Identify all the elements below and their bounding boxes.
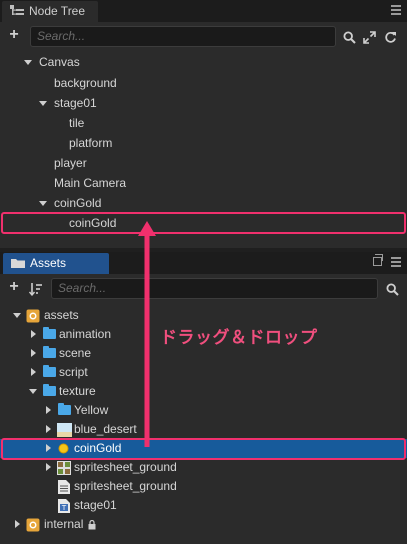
chevron-down-icon[interactable] <box>24 60 32 65</box>
chevron-down-icon[interactable] <box>29 389 37 394</box>
tree-item-label: coinGold <box>54 196 102 210</box>
drag-and-drop-callout: ドラッグ＆ドロップ <box>160 328 318 347</box>
tree-item-label: platform <box>69 136 113 150</box>
asset-item-texture[interactable]: texture <box>0 382 407 401</box>
node-tree-icon <box>10 5 24 15</box>
panel-menu-icon[interactable] <box>391 5 401 15</box>
create-asset-button[interactable]: + <box>7 279 21 295</box>
panel-menu-icon[interactable] <box>391 257 401 267</box>
sprite-atlas-icon <box>57 461 71 475</box>
lock-icon <box>88 520 96 530</box>
texture-thumbnail-icon <box>57 423 72 437</box>
tab-node-tree[interactable]: Node Tree <box>2 1 98 22</box>
asset-item-label: spritesheet_ground <box>74 479 177 493</box>
asset-item-label: animation <box>59 327 112 341</box>
chevron-right-icon[interactable] <box>46 425 51 433</box>
tab-assets[interactable]: Assets <box>3 253 109 274</box>
chevron-right-icon[interactable] <box>31 368 36 376</box>
asset-item-label: blue_desert <box>74 422 137 436</box>
document-icon <box>58 480 70 494</box>
drag-source-highlight <box>1 438 406 460</box>
node-search-input[interactable]: Search... <box>30 26 336 47</box>
add-node-button[interactable]: + <box>7 27 21 43</box>
assets-tabbar: Assets <box>0 252 407 274</box>
search-icon[interactable] <box>386 283 399 296</box>
asset-item-label: texture <box>59 384 96 398</box>
tree-item-label: tile <box>69 116 85 130</box>
chevron-right-icon[interactable] <box>31 330 36 338</box>
asset-item-label: script <box>59 365 88 379</box>
tilemap-file-icon: T <box>58 499 70 513</box>
node-tree-toolbar: + Search... <box>0 24 407 50</box>
chevron-down-icon[interactable] <box>39 201 47 206</box>
tree-item-coingold[interactable]: coinGold <box>0 194 407 213</box>
tree-item-label: Canvas <box>39 55 80 69</box>
tree-item-main-camera[interactable]: Main Camera <box>0 174 407 193</box>
svg-text:T: T <box>61 504 67 512</box>
tab-assets-label: Assets <box>30 256 67 270</box>
folder-icon <box>11 259 25 268</box>
asset-item-spritesheet-ground-file[interactable]: spritesheet_ground <box>0 477 407 496</box>
asset-item-label: assets <box>44 308 79 322</box>
folder-icon <box>43 346 56 358</box>
tree-item-canvas[interactable]: Canvas <box>0 53 407 72</box>
tree-item-background[interactable]: background <box>0 74 407 93</box>
node-tree-tabbar: Node Tree <box>0 0 407 22</box>
chevron-right-icon[interactable] <box>46 406 51 414</box>
drop-target-highlight <box>1 212 406 234</box>
chevron-right-icon[interactable] <box>15 520 20 528</box>
restore-window-icon[interactable] <box>373 254 383 266</box>
asset-item-stage01[interactable]: T stage01 <box>0 496 407 515</box>
database-icon <box>26 309 40 323</box>
tree-item-label: stage01 <box>54 96 97 110</box>
asset-item-script[interactable]: script <box>0 363 407 382</box>
chevron-down-icon[interactable] <box>39 101 47 106</box>
asset-item-label: spritesheet_ground <box>74 460 177 474</box>
chevron-down-icon[interactable] <box>13 313 21 318</box>
asset-item-label: internal <box>44 517 84 531</box>
tree-item-player[interactable]: player <box>0 154 407 173</box>
folder-icon <box>43 327 56 339</box>
database-icon <box>26 518 40 532</box>
folder-icon <box>43 365 56 377</box>
assets-search-input[interactable]: Search... <box>51 278 378 299</box>
asset-item-spritesheet-ground-atlas[interactable]: spritesheet_ground <box>0 458 407 477</box>
tree-item-platform[interactable]: platform <box>0 134 407 153</box>
search-icon[interactable] <box>343 31 356 44</box>
asset-item-label: scene <box>59 346 92 360</box>
tree-item-stage01[interactable]: stage01 <box>0 94 407 113</box>
asset-item-label: Yellow <box>74 403 109 417</box>
tree-item-label: Main Camera <box>54 176 127 190</box>
assets-panel: Assets + Search... assets animation scen… <box>0 252 407 544</box>
refresh-icon[interactable] <box>384 31 397 44</box>
node-tree-panel: Node Tree + Search... Canvas background … <box>0 0 407 248</box>
asset-item-yellow[interactable]: Yellow <box>0 401 407 420</box>
asset-item-internal[interactable]: internal <box>0 515 407 534</box>
folder-icon <box>58 403 71 415</box>
tree-item-label: player <box>54 156 87 170</box>
asset-item-label: stage01 <box>74 498 117 512</box>
tree-item-tile[interactable]: tile <box>0 114 407 133</box>
chevron-right-icon[interactable] <box>46 463 51 471</box>
tree-item-label: background <box>54 76 117 90</box>
asset-item-blue-desert[interactable]: blue_desert <box>0 420 407 439</box>
chevron-right-icon[interactable] <box>31 349 36 357</box>
sort-icon[interactable] <box>29 282 43 296</box>
assets-toolbar: + Search... <box>0 276 407 302</box>
folder-icon <box>43 384 56 396</box>
expand-icon[interactable] <box>363 31 376 44</box>
tab-node-tree-label: Node Tree <box>29 4 86 18</box>
